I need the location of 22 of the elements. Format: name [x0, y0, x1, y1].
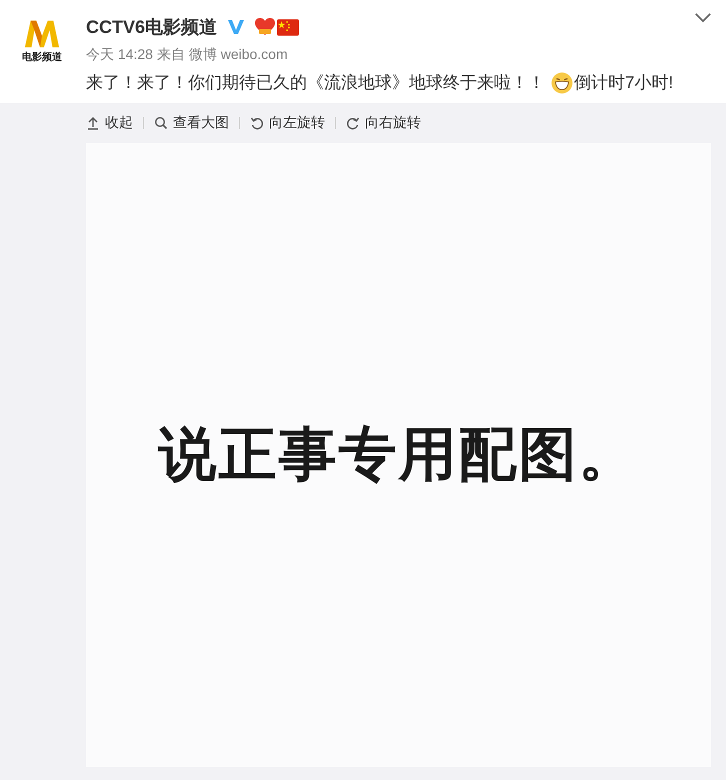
- chevron-down-icon[interactable]: [694, 12, 712, 23]
- post-time: 今天 14:28: [86, 46, 153, 64]
- grin-emoji-icon: [551, 72, 573, 94]
- post-text: 来了！来了！你们期待已久的《流浪地球》地球终于来啦！！: [86, 72, 545, 94]
- author-name[interactable]: CCTV6电影频道: [86, 15, 218, 39]
- image-text: 说正事专用配图。: [158, 419, 638, 490]
- upload-arrow-icon: [86, 116, 100, 130]
- logo-mark-icon: [23, 18, 61, 50]
- post-source[interactable]: 来自 微博 weibo.com: [156, 46, 288, 64]
- rotate-right-icon: [346, 116, 360, 130]
- toolbar-link[interactable]: 向左旋转: [250, 114, 325, 132]
- flag-icon: [277, 18, 300, 36]
- heart-badge-icon: [255, 18, 276, 36]
- toolbar-link[interactable]: 收起: [86, 114, 133, 132]
- search-icon: [154, 116, 168, 130]
- logo-caption: 电影频道: [22, 52, 62, 64]
- toolbar-link[interactable]: 查看大图: [154, 114, 229, 132]
- post-image[interactable]: 说正事专用配图。: [86, 143, 711, 767]
- rotate-left-icon: [250, 116, 264, 130]
- toolbar-link[interactable]: 向右旋转: [346, 114, 421, 132]
- post-text: 倒计时7小时!: [574, 72, 674, 94]
- channel-logo[interactable]: 电影频道: [20, 18, 64, 64]
